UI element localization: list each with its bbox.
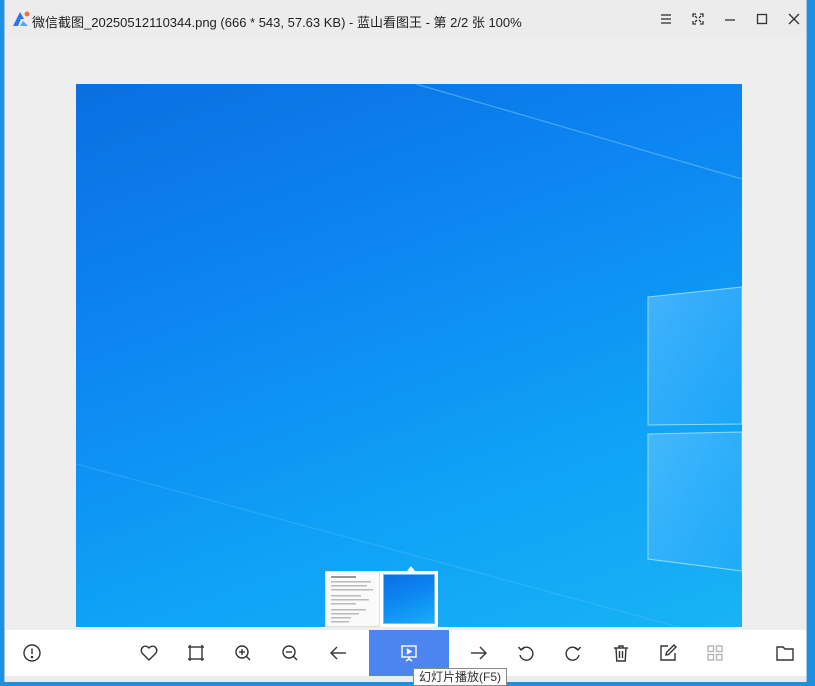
displayed-image xyxy=(76,84,742,627)
thumbnail-image-1[interactable] xyxy=(325,571,380,627)
thumbnail-preview xyxy=(383,574,435,624)
thumbnail-strip xyxy=(253,566,438,629)
open-folder-button[interactable] xyxy=(763,630,807,676)
previous-button[interactable] xyxy=(316,630,360,676)
slideshow-tooltip: 幻灯片播放(F5) xyxy=(413,668,507,686)
minimize-icon xyxy=(725,19,735,21)
trash-icon xyxy=(614,645,628,662)
info-button[interactable] xyxy=(10,630,54,676)
info-icon xyxy=(23,644,41,662)
delete-button[interactable] xyxy=(599,630,643,676)
heart-icon xyxy=(140,645,158,661)
thumbnail-image-2-selected[interactable] xyxy=(380,571,438,627)
zoom-out-icon xyxy=(282,645,298,661)
maximize-button[interactable] xyxy=(751,8,773,30)
arrow-right-icon xyxy=(471,646,487,660)
crop-button[interactable] xyxy=(174,630,218,676)
rotate-right-button[interactable] xyxy=(551,630,595,676)
menu-button[interactable] xyxy=(655,8,677,30)
viewer-window: 微信截图_20250512110344.png (666 * 543, 57.6… xyxy=(4,0,807,682)
app-logo-icon xyxy=(13,11,30,26)
fullscreen-button[interactable] xyxy=(687,8,709,30)
rotate-left-icon xyxy=(517,646,534,661)
menu-icon xyxy=(661,14,671,24)
minimize-button[interactable] xyxy=(719,8,741,30)
zoom-in-button[interactable] xyxy=(221,630,265,676)
window-title: 微信截图_20250512110344.png (666 * 543, 57.6… xyxy=(32,15,522,30)
rotate-right-icon xyxy=(565,646,582,661)
grid-icon xyxy=(707,645,723,661)
edit-icon xyxy=(660,644,677,661)
crop-icon xyxy=(188,645,204,661)
zoom-in-icon xyxy=(235,645,251,661)
maximize-icon xyxy=(756,13,768,25)
document-thumbnail-icon xyxy=(331,576,373,623)
fullscreen-icon xyxy=(692,13,704,25)
arrow-left-icon xyxy=(330,646,346,660)
image-stage[interactable] xyxy=(5,38,806,630)
close-button[interactable] xyxy=(783,8,805,30)
title-bar[interactable]: 微信截图_20250512110344.png (666 * 543, 57.6… xyxy=(5,0,806,38)
edit-button[interactable] xyxy=(646,630,690,676)
bottom-toolbar xyxy=(5,630,806,676)
folder-icon xyxy=(776,646,794,661)
grid-view-button[interactable] xyxy=(693,630,737,676)
slideshow-icon xyxy=(401,645,417,662)
zoom-out-button[interactable] xyxy=(268,630,312,676)
close-icon xyxy=(788,13,800,25)
thumbnail-pointer xyxy=(407,566,415,571)
favorite-button[interactable] xyxy=(127,630,171,676)
rotate-left-button[interactable] xyxy=(504,630,548,676)
